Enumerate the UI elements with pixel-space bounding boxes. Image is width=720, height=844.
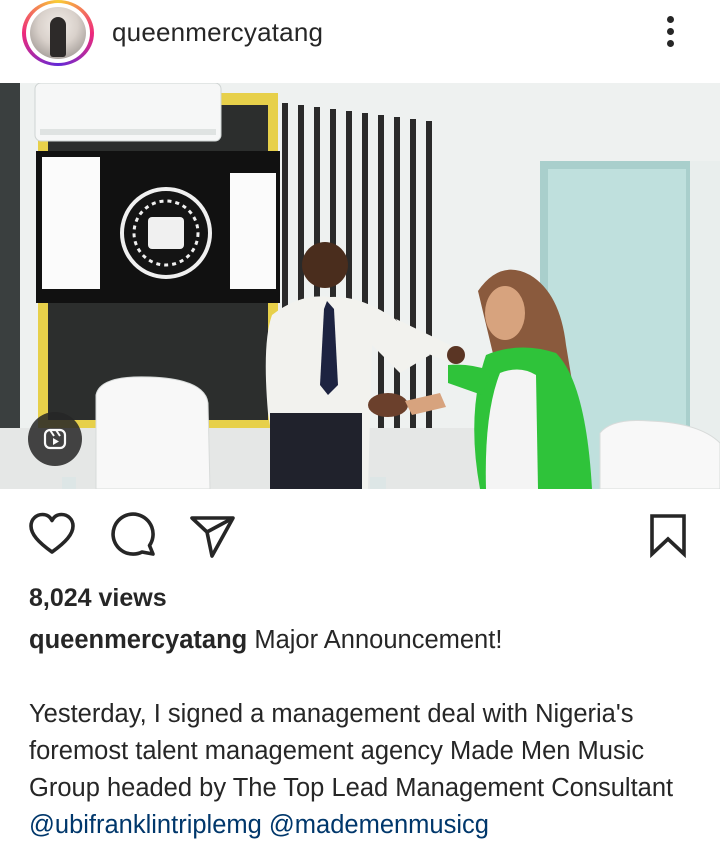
video-frame — [0, 83, 720, 489]
post-media[interactable] — [0, 83, 720, 489]
post-caption: queenmercyatang Major Announcement! Yest… — [29, 622, 699, 844]
caption-username[interactable]: queenmercyatang — [29, 626, 247, 654]
avatar[interactable] — [22, 0, 94, 66]
post-header: queenmercyatang — [0, 0, 720, 83]
comment-icon[interactable] — [109, 512, 157, 560]
avatar-figure — [50, 17, 66, 57]
avatar-image — [30, 7, 86, 59]
mention-link[interactable]: @mademenmusicg — [269, 811, 489, 839]
post-username[interactable]: queenmercyatang — [112, 17, 323, 48]
bookmark-icon[interactable] — [648, 512, 688, 558]
mention-link[interactable]: @ubifranklintriplemg — [29, 811, 262, 839]
reel-icon — [43, 428, 67, 450]
caption-body: Yesterday, I signed a management deal wi… — [29, 700, 674, 802]
caption-title: Major Announcement! — [254, 626, 503, 654]
view-count[interactable]: 8,024 views — [29, 584, 167, 613]
send-icon[interactable] — [188, 514, 236, 560]
action-bar — [0, 490, 720, 570]
more-vertical-icon[interactable] — [662, 14, 682, 50]
avatar-frame — [26, 3, 90, 63]
reel-badge[interactable] — [28, 412, 82, 466]
heart-icon[interactable] — [28, 512, 76, 556]
